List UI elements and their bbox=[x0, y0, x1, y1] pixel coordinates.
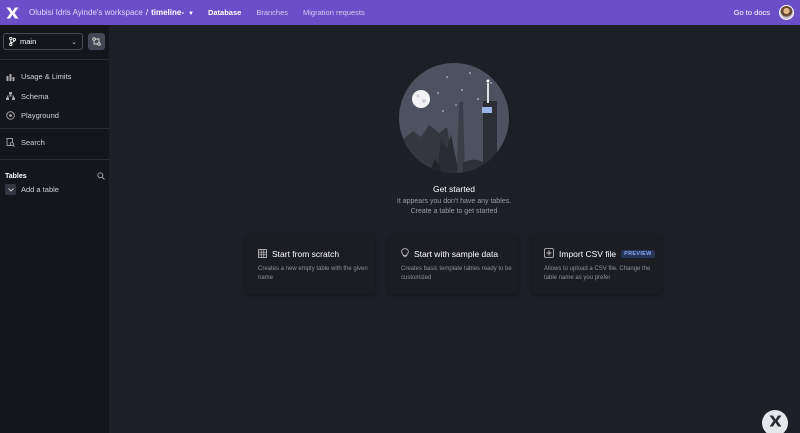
branch-icon bbox=[9, 33, 17, 51]
add-table-button[interactable]: Add a table bbox=[5, 184, 59, 195]
xata-logo-icon[interactable] bbox=[6, 6, 19, 19]
preview-badge: PREVIEW bbox=[621, 250, 655, 258]
sidebar-divider bbox=[0, 159, 109, 160]
import-csv-card[interactable]: Import CSV file PREVIEW Allows to upload… bbox=[532, 236, 661, 294]
chevron-down-icon[interactable]: ▼ bbox=[188, 11, 194, 17]
import-icon bbox=[544, 245, 554, 263]
sidebar-item-usage[interactable]: Usage & Limits bbox=[0, 67, 109, 87]
branch-selector[interactable]: main ⌄ bbox=[3, 33, 83, 50]
card-title: Start with sample data bbox=[414, 249, 499, 259]
sidebar-item-search[interactable]: Search bbox=[0, 133, 109, 153]
help-logo-button[interactable] bbox=[762, 410, 788, 433]
empty-state-subtitle: Create a table to get started bbox=[410, 208, 498, 215]
sidebar-item-schema[interactable]: Schema bbox=[0, 87, 109, 107]
search-doc-icon bbox=[6, 134, 15, 152]
chevron-down-icon bbox=[5, 184, 16, 195]
search-icon[interactable] bbox=[97, 167, 105, 185]
card-title: Import CSV file bbox=[559, 249, 617, 259]
bulb-icon bbox=[401, 245, 409, 263]
sidebar-item-playground[interactable]: Playground bbox=[0, 106, 109, 126]
chart-icon bbox=[6, 68, 15, 86]
sidebar-divider bbox=[0, 128, 109, 129]
card-description: Allows to upload a CSV file. Change the … bbox=[544, 266, 651, 281]
xata-logo-icon bbox=[769, 414, 782, 432]
database-name[interactable]: timeline- bbox=[151, 8, 184, 17]
nav-database[interactable]: Database bbox=[208, 8, 241, 17]
sidebar-item-label: Search bbox=[21, 138, 45, 148]
breadcrumb[interactable]: Olubisi Idris Ayinde's workspace / timelin… bbox=[29, 8, 194, 17]
card-description: Creates a new empty table with the given… bbox=[258, 266, 368, 281]
workspace-name[interactable]: Olubisi Idris Ayinde's workspace bbox=[29, 8, 143, 17]
top-bar: Olubisi Idris Ayinde's workspace / timelin… bbox=[0, 0, 800, 25]
branch-name: main bbox=[20, 37, 37, 46]
sidebar-menu: Usage & Limits Schema Playground bbox=[0, 67, 109, 126]
branch-compare-button[interactable] bbox=[88, 33, 105, 50]
avatar[interactable] bbox=[779, 5, 794, 20]
empty-state-illustration bbox=[399, 63, 509, 173]
go-to-docs-link[interactable]: Go to docs bbox=[734, 8, 770, 17]
breadcrumb-separator: / bbox=[145, 8, 149, 17]
sidebar-item-label: Playground bbox=[21, 111, 59, 121]
card-title: Start from scratch bbox=[272, 249, 340, 259]
start-with-sample-data-card[interactable]: Start with sample data Creates basic tem… bbox=[389, 236, 518, 294]
card-description: Creates basic template tables ready to b… bbox=[401, 266, 512, 281]
tables-heading: Tables bbox=[5, 172, 27, 180]
nav-migration-requests[interactable]: Migration requests bbox=[303, 8, 365, 17]
page-title: Get started bbox=[432, 184, 476, 194]
chevron-down-icon: ⌄ bbox=[71, 38, 77, 46]
start-from-scratch-card[interactable]: Start from scratch Creates a new empty t… bbox=[246, 236, 375, 294]
top-nav: Database Branches Migration requests bbox=[208, 8, 365, 17]
grid-icon bbox=[258, 245, 267, 263]
empty-state-subtitle: It appears you don't have any tables. bbox=[396, 198, 512, 205]
sidebar-item-label: Usage & Limits bbox=[21, 72, 72, 82]
schema-icon bbox=[6, 87, 15, 105]
add-table-label: Add a table bbox=[21, 185, 59, 194]
sidebar-divider bbox=[0, 59, 109, 60]
sidebar-item-label: Schema bbox=[21, 91, 49, 101]
sidebar: main ⌄ Usage & Limits Schema Playground bbox=[0, 25, 109, 433]
nav-branches[interactable]: Branches bbox=[256, 8, 288, 17]
playground-icon bbox=[6, 107, 15, 125]
